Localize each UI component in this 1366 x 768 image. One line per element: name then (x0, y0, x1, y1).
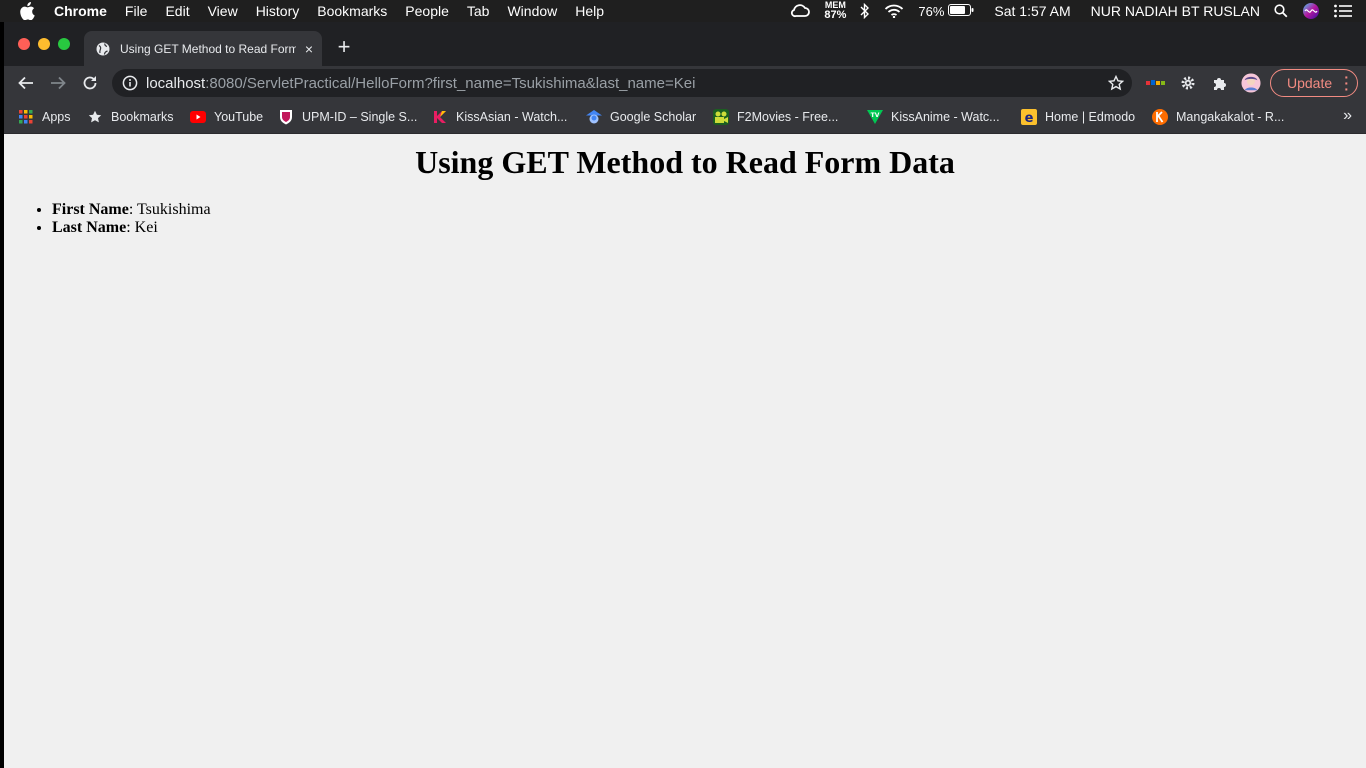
browser-toolbar: localhost:8080/ServletPractical/HelloFor… (4, 66, 1366, 100)
extensions-puzzle-icon[interactable] (1210, 73, 1230, 93)
close-tab-icon[interactable]: × (302, 42, 316, 56)
bookmark-label: F2Movies - Free... (737, 110, 839, 124)
menu-history[interactable]: History (256, 0, 300, 22)
menu-help[interactable]: Help (575, 0, 604, 22)
forward-button[interactable] (47, 72, 69, 94)
ebay-extension-icon[interactable] (1146, 73, 1166, 93)
page-content: Using GET Method to Read Form Data First… (4, 134, 1366, 768)
menu-file[interactable]: File (125, 0, 148, 22)
bookmark-mangakakalot[interactable]: Mangakakalot - R... (1152, 108, 1284, 126)
bookmark-label: KissAnime - Watc... (891, 110, 1000, 124)
tab-active[interactable]: Using GET Method to Read Form Data × (84, 31, 322, 66)
battery-indicator[interactable]: 76% (918, 3, 974, 19)
bookmark-label: Bookmarks (111, 110, 174, 124)
url-host: localhost (146, 74, 206, 92)
spotlight-search-icon[interactable] (1274, 4, 1288, 18)
star-icon (87, 109, 103, 125)
bookmark-star-icon[interactable] (1107, 74, 1125, 95)
globe-icon (96, 42, 110, 56)
apple-menu-icon[interactable] (19, 2, 39, 20)
menu-window[interactable]: Window (507, 0, 557, 22)
menu-tab[interactable]: Tab (467, 0, 490, 22)
wifi-icon[interactable] (884, 4, 904, 18)
bookmark-kissanime[interactable]: TV KissAnime - Watc... (867, 108, 1000, 126)
more-bookmarks-chevron-icon[interactable]: » (1343, 107, 1352, 125)
edmodo-icon: e (1021, 109, 1037, 125)
bookmark-youtube[interactable]: YouTube (190, 108, 263, 126)
settings-extension-icon[interactable] (1178, 73, 1198, 93)
bookmark-upm-id[interactable]: UPM-ID – Single S... (278, 108, 417, 126)
scholar-icon (586, 109, 602, 125)
site-info-icon[interactable] (122, 75, 138, 91)
bookmark-label: YouTube (214, 110, 264, 124)
bookmark-label: Mangakakalot - R... (1176, 110, 1285, 124)
field-label: Last Name (52, 219, 127, 236)
mangakakalot-icon (1152, 109, 1168, 125)
back-button[interactable] (15, 72, 37, 94)
menu-app-name[interactable]: Chrome (54, 0, 107, 22)
memory-indicator[interactable]: MEM 87% (824, 1, 846, 21)
field-value: Tsukishima (137, 201, 211, 218)
form-data-list: First Name: Tsukishima Last Name: Kei (52, 201, 1366, 237)
minimize-window-button[interactable] (38, 38, 50, 50)
f2movies-icon (713, 109, 729, 125)
svg-text:TV: TV (871, 112, 880, 119)
bookmark-google-scholar[interactable]: Google Scholar (586, 108, 696, 126)
tab-title: Using GET Method to Read Form Data (120, 41, 296, 56)
youtube-icon (190, 109, 206, 125)
browser-window: Using GET Method to Read Form Data × + l… (4, 22, 1366, 768)
menu-view[interactable]: View (208, 0, 238, 22)
bookmark-label: KissAsian - Watch... (456, 110, 568, 124)
bookmark-apps[interactable]: Apps (18, 108, 71, 126)
battery-percent: 76% (918, 3, 945, 19)
url-path: :8080/ServletPractical/HelloForm?first_n… (205, 74, 696, 92)
page-heading: Using GET Method to Read Form Data (415, 144, 955, 180)
notification-center-icon[interactable] (1334, 4, 1352, 18)
close-window-button[interactable] (18, 38, 30, 50)
url-text[interactable]: localhost:8080/ServletPractical/HelloFor… (146, 75, 695, 92)
bookmark-bookmarks[interactable]: Bookmarks (87, 108, 174, 126)
bookmark-label: Home | Edmodo (1045, 110, 1136, 124)
bookmark-kissasian[interactable]: KissAsian - Watch... (432, 108, 567, 126)
bookmark-edmodo[interactable]: e Home | Edmodo (1021, 108, 1135, 126)
status-area: MEM 87% 76% Sat 1:57 AM NUR NADIAH BT RU… (790, 0, 1366, 22)
more-menu-icon[interactable]: · · · (1344, 70, 1349, 96)
kissasian-icon (432, 109, 448, 125)
bluetooth-icon[interactable] (860, 3, 870, 19)
bookmark-label: UPM-ID – Single S... (302, 110, 418, 124)
macos-menu-bar: Chrome File Edit View History Bookmarks … (0, 0, 1366, 22)
maximize-window-button[interactable] (58, 38, 70, 50)
update-button[interactable]: Update · · · (1270, 69, 1358, 97)
menu-bookmarks[interactable]: Bookmarks (317, 0, 387, 22)
update-label: Update (1287, 75, 1333, 91)
new-tab-button[interactable]: + (334, 36, 354, 58)
menu-people[interactable]: People (405, 0, 449, 22)
apps-grid-icon (18, 109, 34, 125)
siri-icon[interactable] (1302, 2, 1320, 20)
bookmark-label: Google Scholar (610, 110, 697, 124)
svg-text:e: e (1025, 111, 1034, 125)
menu-edit[interactable]: Edit (165, 0, 189, 22)
bookmarks-bar: Apps Bookmarks YouTube UPM-ID – Single S… (4, 100, 1366, 134)
bookmark-label: Apps (42, 110, 71, 124)
reload-button[interactable] (79, 72, 101, 94)
kissanime-icon: TV (867, 109, 883, 125)
tab-strip: Using GET Method to Read Form Data × + (4, 22, 1366, 66)
creative-cloud-icon[interactable] (790, 4, 811, 18)
list-item-first-name: First Name: Tsukishima (52, 201, 1366, 219)
address-bar[interactable]: localhost:8080/ServletPractical/HelloFor… (112, 69, 1132, 97)
battery-icon (948, 3, 974, 19)
memory-value: 87% (824, 9, 847, 21)
field-label: First Name (52, 201, 129, 218)
bookmark-f2movies[interactable]: F2Movies - Free... (713, 108, 838, 126)
upm-shield-icon (278, 109, 294, 125)
clock[interactable]: Sat 1:57 AM (994, 3, 1070, 19)
field-value: Kei (134, 219, 158, 236)
profile-avatar[interactable] (1241, 73, 1261, 93)
list-item-last-name: Last Name: Kei (52, 219, 1366, 237)
user-name[interactable]: NUR NADIAH BT RUSLAN (1091, 3, 1260, 19)
